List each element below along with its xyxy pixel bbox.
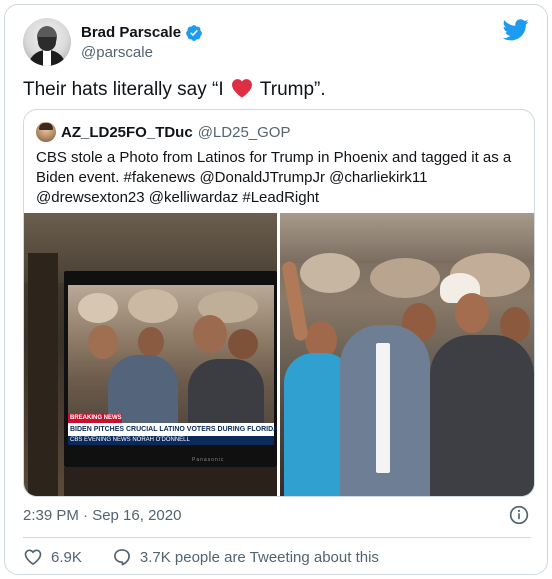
verified-badge-icon bbox=[186, 24, 202, 41]
conversation-text: 3.7K people are Tweeting about this bbox=[139, 548, 379, 566]
quoted-tweet-text: CBS stole a Photo from Latinos for Trump… bbox=[36, 149, 512, 206]
author-handle[interactable]: @parscale bbox=[81, 44, 203, 61]
quoted-author-handle[interactable]: @LD25_GOP bbox=[198, 124, 291, 141]
quoted-tweet-author[interactable]: AZ_LD25FO_TDuc @LD25_GOP bbox=[36, 122, 290, 142]
tv-stand bbox=[64, 467, 277, 496]
chyron-footer: CBS EVENING NEWS NORAH O'DONNELL bbox=[70, 437, 190, 443]
quoted-tweet[interactable]: AZ_LD25FO_TDuc @LD25_GOP CBS stole a Pho… bbox=[23, 109, 535, 497]
tweet-actions: 6.9K 3.7K people are Tweeting about this bbox=[23, 545, 379, 569]
media-photo-tv-broadcast[interactable]: BREAKING NEWS BIDEN PITCHES CRUCIAL LATI… bbox=[24, 213, 277, 496]
tweet-card: Brad Parscale @parscale Their hats liter… bbox=[4, 4, 548, 575]
speech-bubble-icon bbox=[113, 549, 130, 566]
chyron-tag: BREAKING NEWS bbox=[70, 415, 122, 421]
quoted-author-display-name[interactable]: AZ_LD25FO_TDuc bbox=[61, 124, 193, 141]
tweet-text-part-2: Trump”. bbox=[259, 79, 326, 100]
tweet-timestamp[interactable]: 2:39 PM · Sep 16, 2020 bbox=[23, 507, 181, 524]
twitter-bird-icon[interactable] bbox=[503, 19, 529, 41]
author-display-name[interactable]: Brad Parscale bbox=[81, 24, 181, 41]
quoted-tweet-media[interactable]: BREAKING NEWS BIDEN PITCHES CRUCIAL LATI… bbox=[24, 213, 534, 496]
author-names: Brad Parscale @parscale bbox=[81, 24, 203, 61]
info-icon[interactable] bbox=[509, 505, 529, 525]
tweet-author[interactable]: Brad Parscale @parscale bbox=[23, 17, 203, 67]
display-name-row: Brad Parscale bbox=[81, 24, 203, 42]
media-photo-rally-crowd[interactable] bbox=[280, 213, 534, 496]
heart-outline-icon bbox=[24, 549, 42, 566]
tv-brand: Panasonic bbox=[192, 457, 225, 463]
quoted-author-avatar[interactable] bbox=[36, 122, 56, 142]
like-button[interactable]: 6.9K bbox=[23, 547, 82, 567]
chyron-headline: BIDEN PITCHES CRUCIAL LATINO VOTERS DURI… bbox=[70, 426, 277, 433]
divider bbox=[23, 537, 531, 538]
like-count: 6.9K bbox=[51, 548, 82, 566]
author-avatar[interactable] bbox=[23, 18, 71, 66]
red-heart-icon bbox=[231, 79, 252, 98]
tweet-text: Their hats literally say “I Trump”. bbox=[23, 77, 326, 103]
conversation-link[interactable]: 3.7K people are Tweeting about this bbox=[112, 547, 379, 567]
tweet-text-part-1: Their hats literally say “I bbox=[23, 79, 224, 100]
